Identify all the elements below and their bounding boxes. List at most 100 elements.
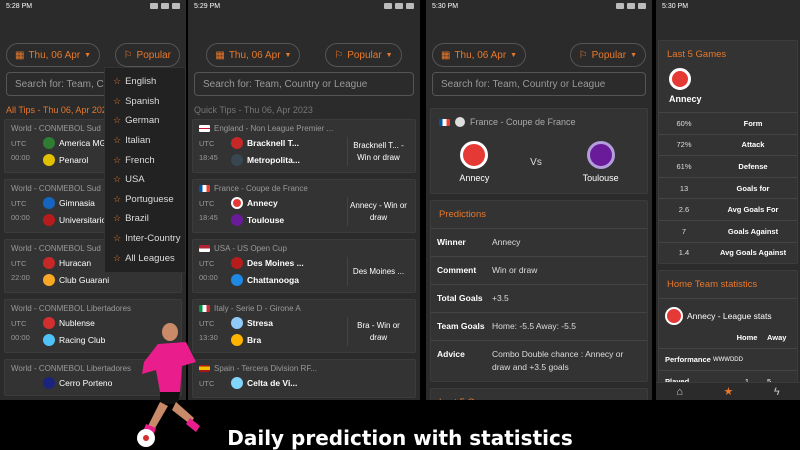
league-label: France - Coupe de France — [214, 184, 308, 193]
away-team: Club Guarani — [59, 275, 110, 285]
status-bar: 5:28 PM — [0, 0, 186, 42]
winner-value: Annecy — [492, 237, 521, 247]
performance-label: Performance — [665, 355, 711, 365]
date-picker-button[interactable]: ▦ Thu, 06 Apr ▼ — [6, 43, 101, 67]
stat-row: 2.6 Avg Goals For — [659, 198, 797, 220]
away-team: Universitario — [59, 215, 107, 225]
last5-title: Last 5 Games — [431, 389, 647, 400]
match-card[interactable]: Spain - Tercera Division RF... UTC Celta… — [192, 359, 416, 398]
flag-icon: ⚐ — [334, 49, 344, 61]
match-card[interactable]: England - Non League Premier ... UTC 18:… — [192, 119, 416, 173]
away-team: Penarol — [59, 155, 89, 165]
home-icon[interactable]: ⌂ — [676, 386, 683, 398]
language-menu-item[interactable]: ☆ Italian — [105, 131, 185, 151]
team-goals-key: Team Goals — [437, 321, 485, 331]
stat-row: 13 Goals for — [659, 176, 797, 199]
home-team: America MG — [59, 138, 107, 148]
bottom-nav: ⌂ ★ ϟ — [656, 382, 800, 400]
language-menu-item[interactable]: ☆ English — [105, 72, 185, 92]
team-badge-icon — [665, 307, 683, 326]
home-team: Des Moines ... — [247, 258, 304, 268]
screen-2: 5:29 PM ▦ Thu, 06 Apr ▼ ⚐ Popular ▼ Search f… — [188, 0, 420, 400]
italy-flag-icon — [199, 305, 210, 312]
match-time: UTC 00:00 — [11, 139, 30, 162]
star-icon[interactable]: ★ — [723, 385, 733, 398]
sort-dropdown-menu: ☆ English ☆ Spanish ☆ German ☆ Italian ☆ French ☆ U… — [104, 67, 186, 273]
team-badge-icon — [231, 154, 243, 166]
language-menu-item[interactable]: ☆ German — [105, 111, 185, 131]
match-detail-card: France - Coupe de France Annecy Vs Toulo… — [430, 108, 648, 194]
match-time — [11, 377, 43, 389]
match-card[interactable]: Italy - Serie D - Girone A UTC 13:30 Str… — [192, 299, 416, 353]
screen-3: 5:30 PM ▦ Thu, 06 Apr ▼ ⚐ Popular ▼ Search f… — [426, 0, 652, 400]
winner-key: Winner — [437, 237, 466, 247]
menu-item-label: French — [125, 154, 155, 166]
match-card[interactable]: USA - US Open Cup UTC 00:00 Des Moines .… — [192, 239, 416, 293]
last5-stats-card: Last 5 Games Annecy 60% Form 72% Attack 61% D… — [658, 40, 798, 265]
menu-item-label: Brazil — [125, 213, 149, 225]
flag-icon: ⚐ — [578, 49, 588, 61]
last5-card[interactable]: Last 5 Games — [430, 388, 648, 400]
sort-label: Popular — [347, 49, 382, 61]
language-menu-item[interactable]: ☆ Spanish — [105, 92, 185, 112]
match-time: UTC 00:00 — [11, 199, 30, 222]
sort-button[interactable]: ⚐ Popular — [114, 43, 180, 67]
star-icon: ☆ — [113, 95, 122, 106]
league-label: USA - US Open Cup — [214, 244, 287, 253]
home-team: Huracan — [59, 258, 92, 268]
stat-value: 2.6 — [678, 205, 690, 215]
search-input[interactable]: Search for: Team, Country or League — [194, 72, 414, 96]
language-menu-item[interactable]: ☆ French — [105, 150, 185, 170]
status-bar: 5:29 PM — [188, 0, 420, 42]
clock: 5:28 PM — [6, 3, 33, 10]
date-picker-button[interactable]: ▦ Thu, 06 Apr ▼ — [432, 43, 527, 67]
home-team: Celta de Vi... — [247, 378, 298, 388]
team-badge-icon — [231, 197, 243, 209]
sort-button[interactable]: ⚐ Popular ▼ — [325, 43, 402, 67]
advice-value: Combo Double chance : Annecy or draw and… — [492, 349, 624, 372]
star-icon: ☆ — [113, 213, 122, 224]
home-team: Annecy — [459, 173, 490, 183]
team-badge-icon — [43, 317, 55, 329]
menu-item-label: Inter-Country — [125, 233, 181, 245]
stat-value: 72% — [676, 140, 692, 150]
stat-label: Defense — [738, 161, 768, 171]
flag-icon: ⚐ — [123, 49, 133, 61]
bolt-icon[interactable]: ϟ — [774, 386, 780, 398]
screen-4: 5:30 PM Last 5 Games Annecy 60% Form 72% At… — [656, 0, 800, 400]
home-team: Annecy — [247, 198, 278, 208]
clock: 5:30 PM — [432, 3, 459, 10]
clock: 5:29 PM — [194, 3, 221, 10]
home-stats-card: Home Team statistics Annecy - League sta… — [658, 270, 798, 394]
language-menu-item[interactable]: ☆ All Leagues — [105, 248, 185, 268]
menu-item-label: All Leagues — [125, 252, 175, 264]
caret-down-icon: ▼ — [510, 51, 518, 59]
total-goals-key: Total Goals — [437, 293, 483, 303]
menu-item-label: English — [125, 76, 157, 88]
team-badge-icon — [231, 214, 243, 226]
sort-button[interactable]: ⚐ Popular ▼ — [569, 43, 646, 67]
menu-item-label: Portuguese — [125, 193, 174, 205]
stat-label: Form — [743, 118, 763, 128]
home-badge-icon — [460, 141, 489, 169]
team-badge-icon — [231, 257, 243, 269]
match-time: UTC 18:45 — [199, 199, 218, 222]
match-card[interactable]: France - Coupe de France UTC 18:45 Annec… — [192, 179, 416, 233]
language-menu-item[interactable]: ☆ USA — [105, 170, 185, 190]
vs-label: Vs — [530, 156, 542, 168]
match-time: UTC 18:45 — [199, 139, 218, 162]
calendar-icon: ▦ — [15, 49, 25, 61]
star-icon: ☆ — [113, 233, 122, 244]
language-menu-item[interactable]: ☆ Inter-Country — [105, 229, 185, 249]
team-badge-icon — [43, 197, 55, 209]
home-team: Cerro Porteno — [59, 378, 113, 388]
caret-down-icon: ▼ — [284, 51, 292, 59]
stat-row: 1.4 Avg Goals Against — [659, 241, 797, 264]
team-badge-icon — [43, 154, 55, 166]
search-input[interactable]: Search for: Team, Country or League — [432, 72, 646, 96]
england-flag-icon — [199, 125, 210, 132]
language-menu-item[interactable]: ☆ Portuguese — [105, 190, 185, 210]
language-menu-item[interactable]: ☆ Brazil — [105, 209, 185, 229]
date-picker-button[interactable]: ▦ Thu, 06 Apr ▼ — [206, 43, 301, 67]
france-flag-icon — [439, 118, 450, 126]
